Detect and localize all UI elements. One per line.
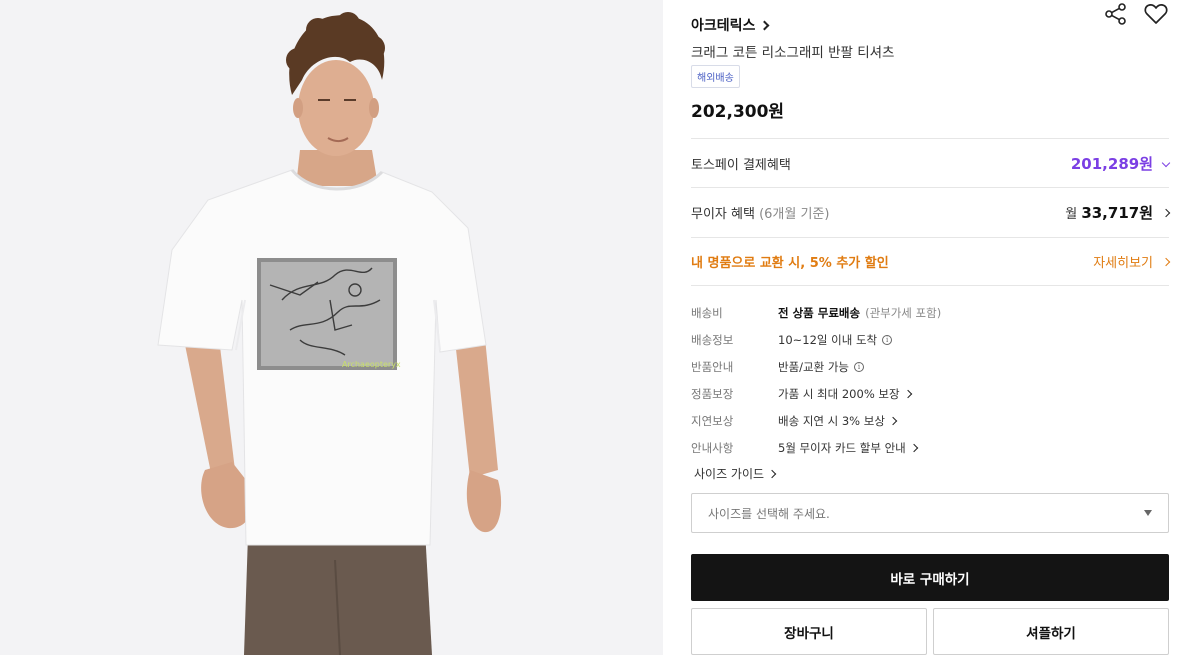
installment-amount: 33,717원 (1081, 204, 1153, 222)
brand-link[interactable]: 아크테릭스 (691, 15, 770, 35)
share-icon[interactable] (1103, 2, 1129, 26)
product-price: 202,300원 (691, 102, 785, 122)
heart-icon[interactable] (1143, 2, 1169, 26)
toss-benefit-price: 201,289원 (1070, 154, 1153, 173)
info-row-return: 반품안내 반품/교환 가능 i (691, 353, 1169, 380)
chevron-down-icon (1161, 158, 1171, 168)
overseas-shipping-badge: 해외배송 (691, 65, 740, 88)
size-guide-link[interactable]: 사이즈 가이드 (694, 465, 777, 482)
dropdown-caret-icon (1144, 510, 1152, 516)
size-guide-label: 사이즈 가이드 (694, 467, 765, 481)
toss-benefit-row[interactable]: 토스페이 결제혜택 201,289원 (691, 138, 1171, 187)
delivery-info-list: 배송비 전 상품 무료배송 (관부가세 포함) 배송정보 10~12일 이내 도착… (691, 299, 1169, 461)
installment-label: 무이자 혜택 (691, 207, 755, 222)
installment-benefit-row[interactable]: 무이자 혜택 (6개월 기준) 월 33,717원 (691, 187, 1171, 237)
installment-prefix: 월 (1065, 207, 1078, 222)
divider (691, 285, 1169, 286)
svg-text:Archaeopteryx: Archaeopteryx (342, 360, 401, 369)
product-name: 크래그 코튼 리소그래피 반팔 티셔츠 (691, 45, 895, 61)
info-row-delivery: 배송정보 10~12일 이내 도착 i (691, 326, 1169, 353)
buy-now-button[interactable]: 바로 구매하기 (691, 554, 1169, 601)
add-to-cart-button[interactable]: 장바구니 (691, 608, 927, 655)
size-select[interactable]: 사이즈를 선택해 주세요. (691, 493, 1169, 533)
brand-name: 아크테릭스 (691, 18, 756, 34)
chevron-right-icon (1161, 257, 1171, 266)
chevron-right-icon (759, 20, 770, 30)
chevron-right-icon (767, 469, 777, 478)
info-icon[interactable]: i (882, 334, 893, 345)
info-row-notice[interactable]: 안내사항 5월 무이자 카드 할부 안내 (691, 434, 1169, 461)
chevron-right-icon (1161, 208, 1171, 217)
chevron-right-icon (888, 416, 898, 425)
toss-benefit-label: 토스페이 결제혜택 (691, 157, 791, 173)
info-row-delay-compensation[interactable]: 지연보상 배송 지연 시 3% 보상 (691, 407, 1169, 434)
product-info-panel: 아크테릭스 크래그 코튼 리소그래피 반팔 티셔츠 해외배송 202,300원 … (691, 0, 1171, 655)
product-image: Archaeopteryx (0, 0, 663, 655)
chevron-right-icon (909, 443, 918, 452)
info-row-authenticity[interactable]: 정품보장 가품 시 최대 200% 보장 (691, 380, 1169, 407)
gift-button[interactable]: 셔플하기 (933, 608, 1169, 655)
info-row-shipping-fee: 배송비 전 상품 무료배송 (관부가세 포함) (691, 305, 942, 320)
trade-in-detail-link[interactable]: 자세히보기 (1093, 252, 1153, 271)
chevron-right-icon (903, 389, 912, 398)
info-icon[interactable]: i (854, 361, 865, 372)
installment-note: (6개월 기준) (759, 207, 830, 222)
trade-in-text: 내 명품으로 교환 시, 5% 추가 할인 (691, 256, 889, 271)
action-icons (1103, 2, 1169, 26)
trade-in-row[interactable]: 내 명품으로 교환 시, 5% 추가 할인 자세히보기 (691, 237, 1171, 285)
size-select-placeholder: 사이즈를 선택해 주세요. (708, 506, 830, 521)
